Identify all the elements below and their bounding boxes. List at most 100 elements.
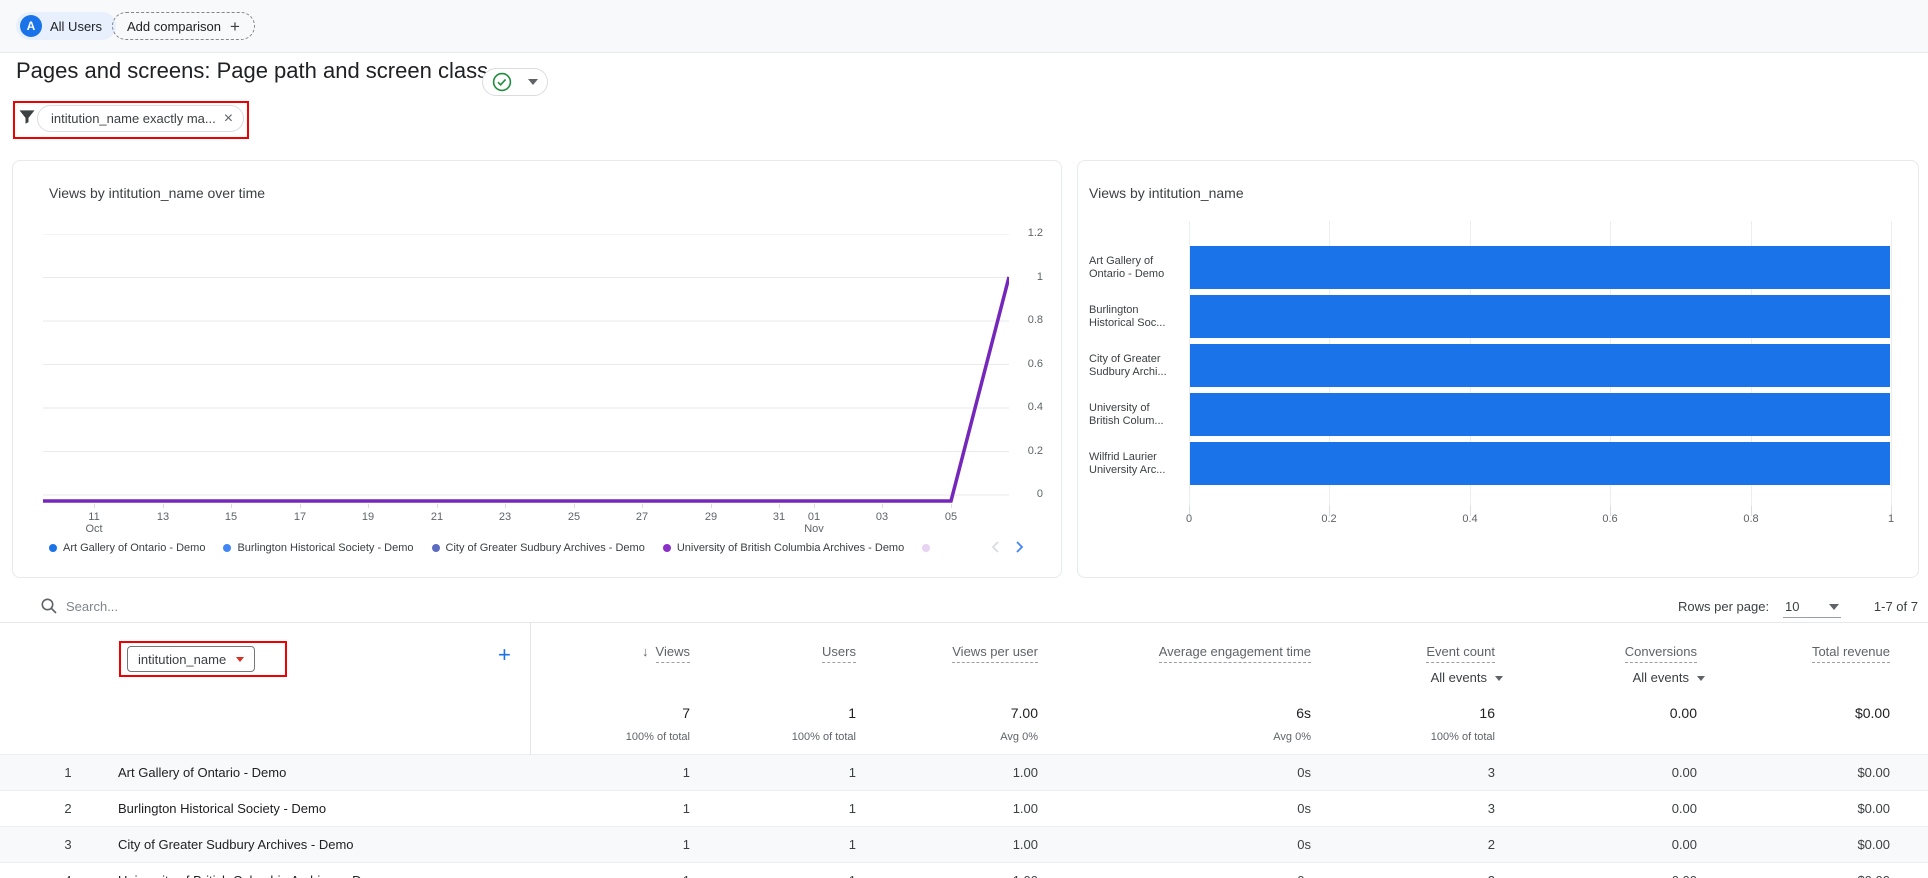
x-tick-label: 19	[348, 511, 388, 523]
bar	[1190, 393, 1890, 436]
add-comparison-button[interactable]: Add comparison +	[112, 12, 255, 40]
total-value: 1	[656, 705, 856, 721]
table-row[interactable]: 4University of British Columbia Archives…	[0, 862, 1928, 878]
column-header-total-revenue[interactable]: Total revenue	[1650, 644, 1890, 659]
x-tick-label: 13	[143, 511, 183, 523]
row-dimension-value: Burlington Historical Society - Demo	[118, 791, 326, 826]
row-cell: 0s	[1151, 827, 1311, 862]
bar	[1190, 442, 1890, 485]
bar-x-tick-label: 0.2	[1304, 513, 1354, 525]
row-index: 3	[48, 827, 88, 862]
row-cell: 0.00	[1537, 791, 1697, 826]
legend-item: Art Gallery of Ontario - Demo	[49, 542, 205, 554]
x-tick-label: 15	[211, 511, 251, 523]
x-tick-label: 25	[554, 511, 594, 523]
bar-chart-plot	[1189, 221, 1891, 506]
row-cell: 1.00	[878, 863, 1038, 878]
avatar: A	[20, 15, 42, 37]
legend-dot	[663, 544, 671, 552]
legend-dot	[49, 544, 57, 552]
x-tick	[882, 504, 883, 508]
x-tick	[94, 504, 95, 508]
legend-dot	[223, 544, 231, 552]
comparison-bar: A All Users Add comparison +	[0, 0, 1928, 53]
column-header-views-per-user[interactable]: Views per user	[798, 644, 1038, 659]
row-cell: 0s	[1151, 755, 1311, 790]
bar	[1190, 295, 1890, 338]
x-tick	[505, 504, 506, 508]
y-tick-label: 0	[1013, 488, 1043, 500]
x-tick	[163, 504, 164, 508]
row-cell: $0.00	[1730, 755, 1890, 790]
add-comparison-label: Add comparison	[127, 19, 221, 34]
total-value: 7.00	[838, 705, 1038, 721]
event-scope-select[interactable]: All events	[1465, 670, 1705, 685]
y-tick-label: 0.6	[1013, 358, 1043, 370]
bar-x-tick-label: 0	[1164, 513, 1214, 525]
all-users-chip[interactable]: A All Users	[16, 12, 116, 40]
x-tick-label: 27	[622, 511, 662, 523]
legend-prev-icon[interactable]	[988, 539, 1004, 555]
x-tick	[574, 504, 575, 508]
row-cell: 1	[696, 755, 856, 790]
table-row[interactable]: 3City of Greater Sudbury Archives - Demo…	[0, 826, 1928, 862]
table-row[interactable]: 1Art Gallery of Ontario - Demo111.000s30…	[0, 754, 1928, 790]
y-tick-label: 0.2	[1013, 445, 1043, 457]
row-cell: 1	[530, 827, 690, 862]
row-cell: 1.00	[878, 827, 1038, 862]
row-cell: 1	[530, 791, 690, 826]
x-tick-label: 03	[862, 511, 902, 523]
row-cell: 1	[696, 791, 856, 826]
row-cell: 0.00	[1537, 863, 1697, 878]
row-cell: 0.00	[1537, 755, 1697, 790]
bar	[1190, 344, 1890, 387]
x-tick	[951, 504, 952, 508]
bar	[1190, 246, 1890, 289]
row-cell: $0.00	[1730, 827, 1890, 862]
page-title: Pages and screens: Page path and screen …	[16, 58, 488, 84]
dimension-label: intitution_name	[138, 652, 226, 667]
table-row[interactable]: 2Burlington Historical Society - Demo111…	[0, 790, 1928, 826]
active-filter-chip[interactable]: intitution_name exactly ma... ×	[37, 105, 244, 132]
search-input[interactable]: Search...	[66, 599, 366, 614]
y-tick-label: 0.8	[1013, 314, 1043, 326]
line-chart-plot	[43, 234, 1009, 506]
bar-x-tick-label: 0.4	[1445, 513, 1495, 525]
row-cell: 1.00	[878, 755, 1038, 790]
total-value: $0.00	[1690, 705, 1890, 721]
legend-next-icon[interactable]	[1011, 539, 1027, 555]
row-cell: 1	[530, 755, 690, 790]
row-cell: 1.00	[878, 791, 1038, 826]
x-tick-label: 01Nov	[794, 511, 834, 535]
bar-category-label: Wilfrid LaurierUniversity Arc...	[1089, 451, 1186, 477]
x-tick	[231, 504, 232, 508]
bar-gridline	[1891, 221, 1892, 506]
dimension-selector[interactable]: intitution_name	[127, 646, 255, 672]
line-chart-legend: Art Gallery of Ontario - DemoBurlington …	[49, 542, 930, 554]
bar-category-label: City of GreaterSudbury Archi...	[1089, 353, 1186, 379]
x-tick	[300, 504, 301, 508]
row-cell: 3	[1335, 791, 1495, 826]
rows-per-page-select[interactable]: 10	[1783, 596, 1841, 618]
report-status-badge[interactable]	[482, 68, 548, 96]
legend-item: City of Greater Sudbury Archives - Demo	[432, 542, 645, 554]
row-cell: 0s	[1151, 791, 1311, 826]
bar-category-label: University ofBritish Colum...	[1089, 402, 1186, 428]
legend-item: University of British Columbia Archives …	[663, 542, 904, 554]
row-cell: 1	[696, 827, 856, 862]
y-tick-label: 1	[1013, 271, 1043, 283]
x-tick	[711, 504, 712, 508]
remove-filter-icon[interactable]: ×	[224, 111, 233, 127]
check-circle-icon	[492, 72, 512, 92]
filter-chip-label: intitution_name exactly ma...	[51, 111, 216, 126]
rows-per-page-value: 10	[1785, 599, 1799, 614]
bar-chart-card: Views by intitution_name 00.20.40.60.81A…	[1077, 160, 1919, 578]
x-tick-label: 31	[759, 511, 799, 523]
row-cell: $0.00	[1730, 791, 1890, 826]
chevron-down-icon	[236, 657, 244, 662]
legend-overflow-dot	[922, 544, 930, 552]
row-cell: 2	[1335, 827, 1495, 862]
chevron-down-icon	[1829, 604, 1839, 610]
row-index: 4	[48, 863, 88, 878]
x-tick	[814, 504, 815, 508]
